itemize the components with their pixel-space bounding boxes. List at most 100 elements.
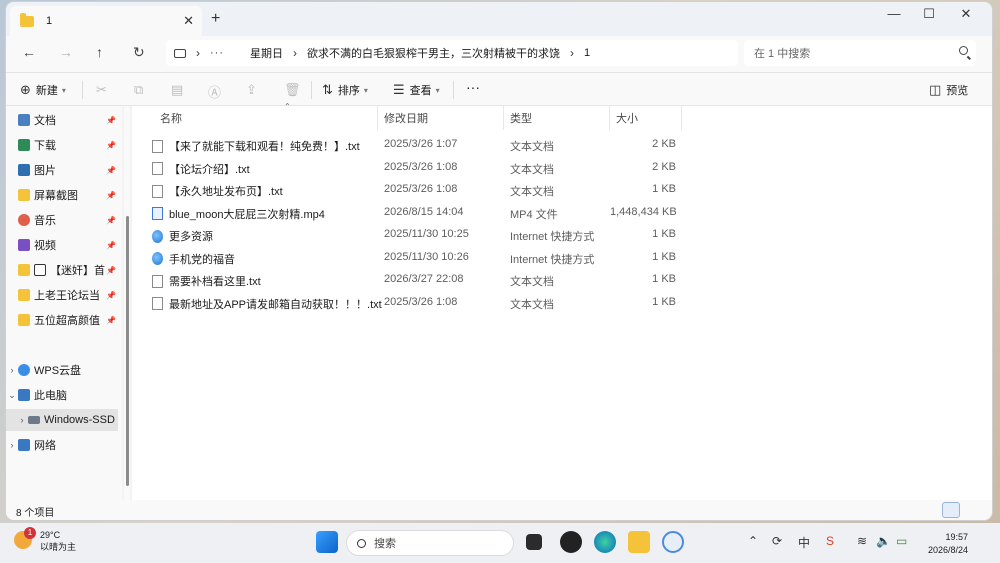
file-row[interactable]: 最新地址及APP请发邮箱自动获取！！！.txt 2025/3/26 1:08 文本文… bbox=[132, 292, 692, 314]
task-view-icon[interactable] bbox=[526, 534, 542, 550]
sidebar-item-music[interactable]: 音乐 📌 bbox=[6, 209, 118, 231]
wps-icon[interactable]: S bbox=[826, 534, 834, 548]
tab-folder-1[interactable]: 1 ✕ bbox=[10, 6, 202, 36]
sidebar-item-wps-cloud[interactable]: › WPS云盘 bbox=[6, 359, 118, 381]
minimize-button[interactable]: — bbox=[876, 6, 912, 21]
file-name-cell: 【永久地址发布页】.txt bbox=[152, 183, 283, 199]
sidebar-item-videos[interactable]: 视频 📌 bbox=[6, 234, 118, 256]
delete-button[interactable]: 🗑 bbox=[284, 82, 306, 98]
expand-chevron-icon[interactable]: › bbox=[6, 365, 18, 375]
view-button[interactable]: ☰ 查看 ▾ bbox=[393, 82, 440, 98]
chevron-up-icon[interactable]: ⌃ bbox=[748, 534, 758, 548]
cut-button[interactable]: ✂ bbox=[96, 82, 112, 98]
close-window-button[interactable]: ✕ bbox=[948, 6, 984, 22]
preview-button[interactable]: ◫ 预览 bbox=[929, 82, 968, 98]
sidebar-item-windows-ssd[interactable]: › Windows-SSD bbox=[6, 409, 118, 431]
sidebar-scrollbar[interactable] bbox=[124, 106, 130, 500]
file-row[interactable]: 更多资源 2025/11/30 10:25 Internet 快捷方式 1 KB bbox=[132, 224, 692, 246]
input-language[interactable]: 中 bbox=[798, 534, 810, 551]
column-header-type[interactable]: 类型 bbox=[504, 106, 610, 130]
sidebar-item-folder[interactable]: 上老王论坛当 📌 bbox=[6, 284, 118, 306]
sidebar-item-folder[interactable]: 五位超高颜值 📌 bbox=[6, 309, 118, 331]
view-label: 查看 bbox=[409, 85, 432, 97]
back-button[interactable]: ← bbox=[22, 44, 36, 60]
expand-chevron-icon[interactable]: › bbox=[6, 440, 18, 450]
sidebar-item-label: 屏幕截图 bbox=[34, 190, 78, 202]
start-button-windows-icon[interactable] bbox=[316, 531, 338, 553]
battery-icon[interactable]: ▭ bbox=[896, 534, 907, 548]
wifi-icon[interactable]: ≋ bbox=[857, 534, 867, 548]
checkbox-icon bbox=[34, 264, 46, 276]
document-icon bbox=[18, 114, 30, 126]
breadcrumb-item[interactable]: 1 bbox=[584, 47, 590, 59]
tab-close-button[interactable]: ✕ bbox=[183, 13, 194, 29]
sidebar-item-pictures[interactable]: 图片 📌 bbox=[6, 159, 118, 181]
edge-browser-icon[interactable] bbox=[594, 531, 616, 553]
weather-sun-icon: 1 bbox=[14, 527, 36, 549]
file-row[interactable]: blue_moon大屁屁三次射精.mp4 2026/8/15 14:04 MP4 文… bbox=[132, 202, 692, 224]
file-explorer-icon[interactable] bbox=[628, 531, 650, 553]
address-bar[interactable]: › ··· 星期日 › 欲求不满的白毛狠狠榨干男主，三次射精被干的求饶 › 1 bbox=[166, 40, 738, 66]
sidebar-item-documents[interactable]: 文档 📌 bbox=[6, 109, 118, 131]
file-type: 文本文档 bbox=[510, 298, 554, 311]
file-name: 最新地址及APP请发邮箱自动获取！！！.txt bbox=[169, 298, 382, 311]
sync-icon[interactable]: ⟳ bbox=[772, 534, 782, 548]
up-button[interactable]: ↑ bbox=[96, 44, 103, 60]
copy-button[interactable]: ⧉ bbox=[134, 82, 148, 98]
rename-button[interactable]: Ⓐ bbox=[208, 82, 226, 101]
tiles-view-button[interactable] bbox=[962, 502, 980, 518]
breadcrumb-item[interactable]: 欲求不满的白毛狠狠榨干男主，三次射精被干的求饶 bbox=[307, 45, 560, 61]
file-date: 2026/8/15 14:04 bbox=[384, 205, 464, 218]
file-type: Internet 快捷方式 bbox=[510, 253, 595, 266]
sidebar-item-label: 文档 bbox=[34, 115, 56, 127]
pin-icon: 📌 bbox=[106, 315, 116, 325]
taskbar-search[interactable]: 搜索 bbox=[346, 530, 514, 556]
sidebar-item-network[interactable]: › 网络 bbox=[6, 434, 118, 456]
collapse-chevron-icon[interactable]: ⌄ bbox=[6, 390, 18, 401]
column-label: 大小 bbox=[616, 113, 638, 125]
column-header-date[interactable]: 修改日期 bbox=[378, 106, 504, 130]
breadcrumb-item[interactable]: 星期日 bbox=[250, 45, 283, 61]
expand-chevron-icon[interactable]: › bbox=[16, 415, 28, 425]
weather-widget[interactable]: 1 29°C 以晴为主 bbox=[14, 527, 76, 553]
sort-button[interactable]: ⇅ 排序 ▾ bbox=[322, 82, 368, 98]
file-type: 文本文档 bbox=[510, 141, 554, 153]
chevron-down-icon: ▾ bbox=[61, 85, 66, 95]
refresh-button[interactable]: ↻ bbox=[133, 44, 145, 61]
details-view-button[interactable] bbox=[942, 502, 960, 518]
file-row[interactable]: 【来了就能下载和观看！纯免费！】.txt 2025/3/26 1:07 文本文档 2 … bbox=[132, 134, 692, 156]
column-header-size[interactable]: 大小 bbox=[610, 106, 682, 130]
sidebar-item-this-pc[interactable]: ⌄ 此电脑 bbox=[6, 384, 118, 406]
file-row[interactable]: 手机党的福音 2025/11/30 10:26 Internet 快捷方式 1 KB bbox=[132, 247, 692, 269]
file-name-cell: 最新地址及APP请发邮箱自动获取！！！.txt bbox=[152, 296, 382, 312]
forward-button[interactable]: → bbox=[59, 44, 73, 60]
scrollbar-thumb[interactable] bbox=[126, 216, 129, 486]
sidebar-item-folder[interactable]: 【迷奸】首 📌 bbox=[6, 259, 118, 281]
new-tab-button[interactable]: + bbox=[211, 10, 220, 28]
folder-icon bbox=[18, 189, 30, 201]
search-icon bbox=[357, 538, 366, 548]
new-button[interactable]: ⊕ 新建 ▾ bbox=[20, 82, 66, 98]
volume-muted-icon[interactable]: 🔈 bbox=[876, 534, 891, 548]
system-clock[interactable]: 19:57 2026/8/24 bbox=[928, 531, 968, 557]
qq-icon[interactable] bbox=[560, 531, 582, 553]
file-date: 2025/3/26 1:07 bbox=[384, 138, 458, 150]
sidebar-item-downloads[interactable]: 下载 📌 bbox=[6, 134, 118, 156]
file-row[interactable]: 【永久地址发布页】.txt 2025/3/26 1:08 文本文档 1 KB bbox=[132, 179, 692, 201]
share-button[interactable]: ⇪ bbox=[246, 82, 262, 98]
more-options-button[interactable]: ··· bbox=[466, 79, 480, 95]
file-row[interactable]: 【论坛介绍】.txt 2025/3/26 1:08 文本文档 2 KB bbox=[132, 157, 692, 179]
maximize-button[interactable]: ☐ bbox=[911, 6, 947, 22]
divider bbox=[82, 81, 83, 99]
pin-icon: 📌 bbox=[106, 115, 116, 125]
breadcrumb-overflow[interactable]: ··· bbox=[210, 47, 224, 59]
app-icon[interactable] bbox=[662, 531, 684, 553]
column-header-name[interactable]: 名称 ⌃ bbox=[154, 102, 378, 130]
pin-icon: 📌 bbox=[106, 290, 116, 300]
file-row[interactable]: 需要补档看这里.txt 2026/3/27 22:08 文本文档 1 KB bbox=[132, 269, 692, 291]
search-box[interactable]: 在 1 中搜索 bbox=[744, 40, 976, 66]
sidebar-item-screenshots[interactable]: 屏幕截图 📌 bbox=[6, 184, 118, 206]
paste-button[interactable]: ▤ bbox=[171, 82, 188, 98]
file-name: 【来了就能下载和观看！纯免费！】.txt bbox=[169, 141, 360, 153]
copy-icon: ⧉ bbox=[134, 82, 144, 97]
